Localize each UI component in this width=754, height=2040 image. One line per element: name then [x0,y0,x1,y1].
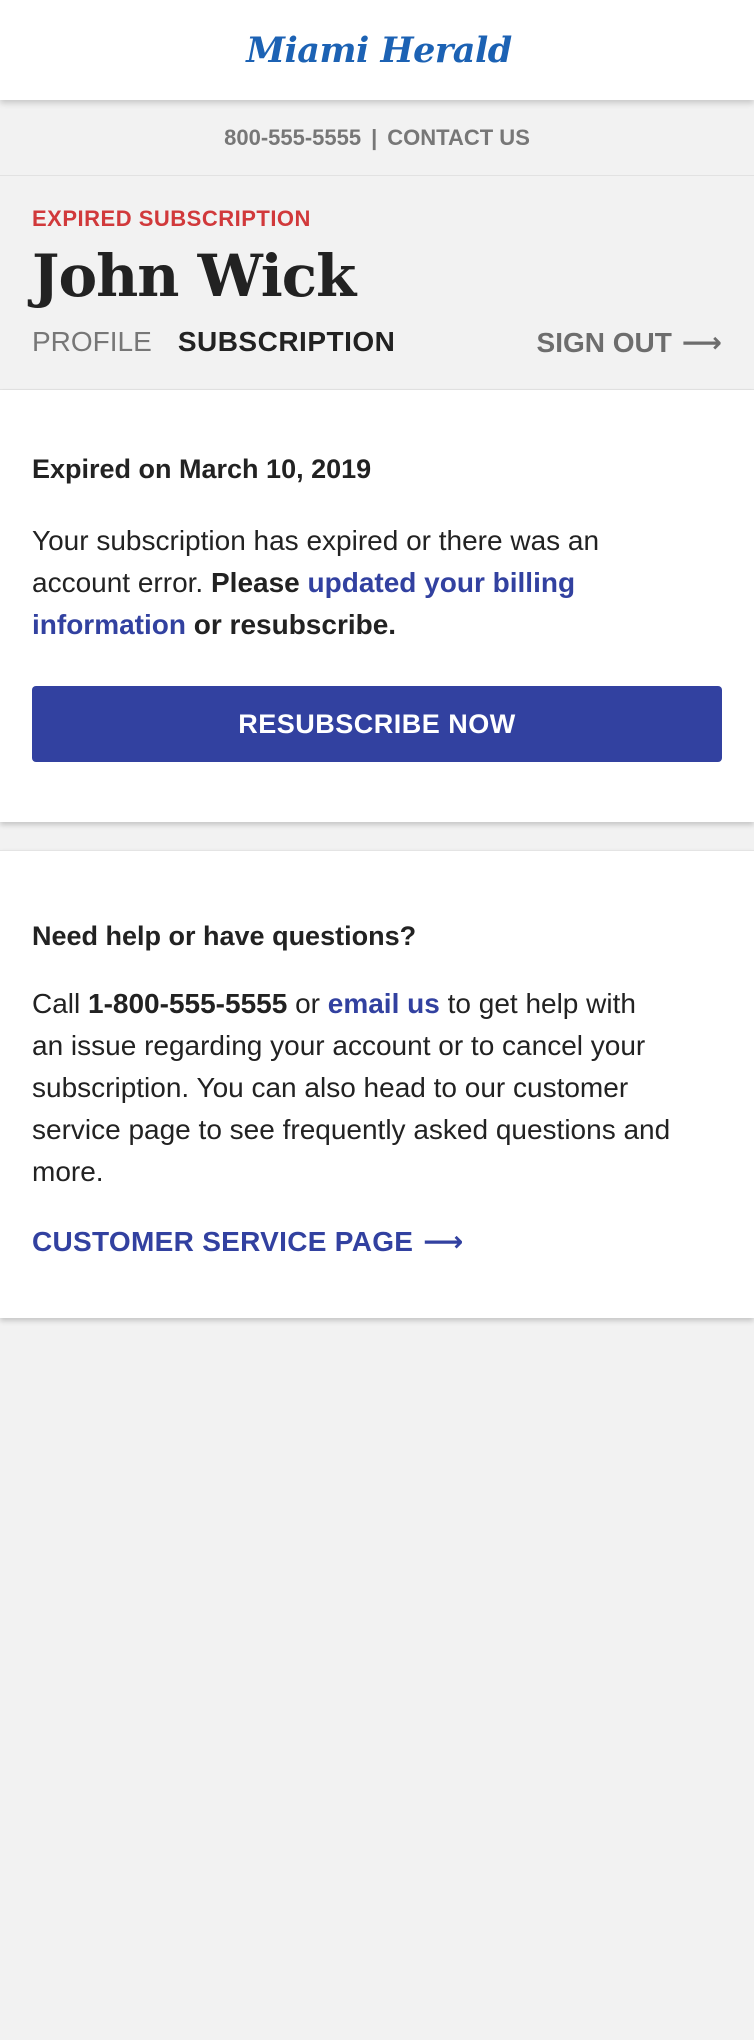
help-phone[interactable]: 1-800-555-5555 [88,988,287,1019]
customer-service-label: CUSTOMER SERVICE PAGE [32,1225,414,1257]
user-name: John Wick [32,242,356,310]
help-body: Call 1-800-555-5555 or email us to get h… [32,983,672,1193]
subscription-card: Expired on March 10, 2019 Your subscript… [0,390,754,822]
customer-service-link[interactable]: CUSTOMER SERVICE PAGE ⟶ [32,1225,464,1258]
arrow-right-icon: ⟶ [681,327,722,358]
arrow-right-icon: ⟶ [423,1226,464,1257]
help-card: Need help or have questions? Call 1-800-… [0,850,754,1318]
resubscribe-button[interactable]: RESUBSCRIBE NOW [32,686,722,762]
contact-phone[interactable]: 800-555-5555 [224,125,361,151]
tab-subscription[interactable]: SUBSCRIPTION [178,326,396,358]
help-heading: Need help or have questions? [32,921,417,951]
contact-separator: | [371,124,378,150]
expired-message: Your subscription has expired or there w… [32,520,682,646]
site-header: Miami Herald [0,0,754,100]
expired-message-suffix: or resubscribe. [193,609,397,640]
email-us-link[interactable]: email us [328,988,440,1019]
account-tabs: PROFILE SUBSCRIPTION [32,326,395,358]
tab-profile[interactable]: PROFILE [32,326,152,358]
profile-header: EXPIRED SUBSCRIPTION John Wick PROFILE S… [0,176,754,390]
status-label: EXPIRED SUBSCRIPTION [32,206,311,231]
contact-bar: 800-555-5555 | CONTACT US [0,100,754,176]
miami-herald-logo[interactable]: Miami Herald [246,30,512,71]
expired-message-please: Please [210,567,300,598]
sign-out-link[interactable]: SIGN OUT ⟶ [537,326,722,359]
help-or-text: or [295,988,320,1019]
expired-date: Expired on March 10, 2019 [32,454,372,484]
sign-out-label: SIGN OUT [536,326,672,358]
help-call-text: Call [32,988,81,1019]
contact-us-link[interactable]: CONTACT US [387,125,530,151]
